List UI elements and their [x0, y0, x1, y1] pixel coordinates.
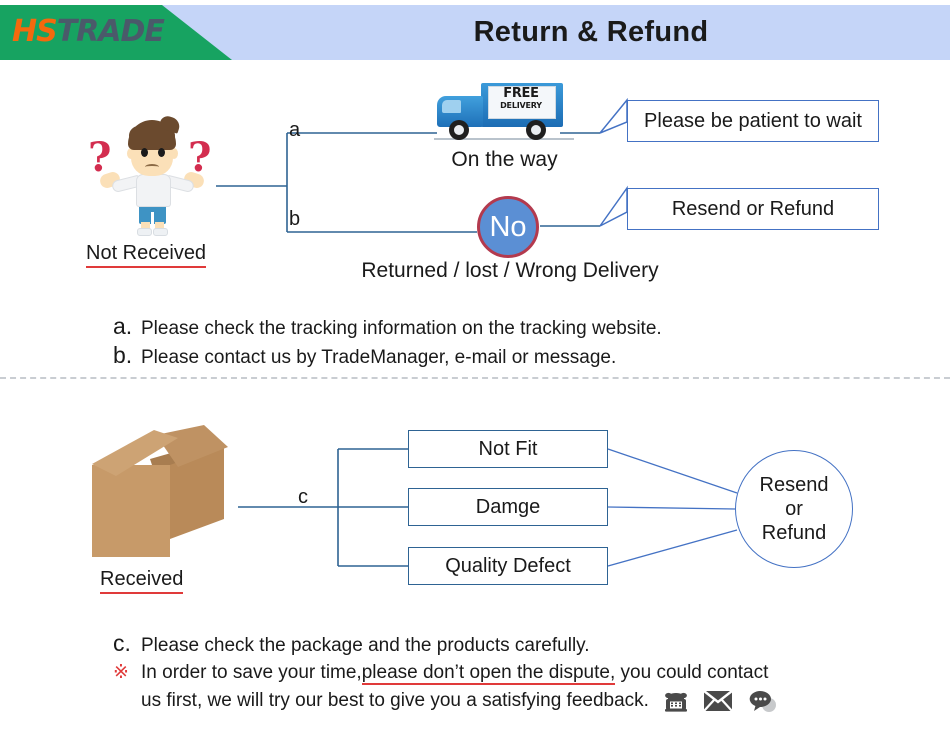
result-line-2: or	[785, 498, 803, 520]
instructions-not-received: a. Please check the tracking information…	[113, 313, 853, 371]
on-the-way-caption: On the way	[451, 148, 558, 171]
result-line-1: Resend	[759, 474, 829, 496]
truck-wheel-front	[449, 120, 469, 140]
person-shirt	[136, 174, 171, 207]
note-line-2: us first, we will try our best to give y…	[113, 686, 913, 715]
branch-label-c: c	[298, 486, 308, 508]
contact-icons-group	[663, 689, 777, 713]
resend-or-refund-result: Resend or Refund	[735, 450, 853, 568]
returned-lost-caption: Returned / lost / Wrong Delivery	[361, 259, 659, 282]
note-text-underlined: please don’t open the dispute,	[361, 662, 616, 685]
instruction-b: b. Please contact us by TradeManager, e-…	[113, 342, 853, 371]
truck-wheel-rear	[526, 120, 546, 140]
option-box-damge: Damge	[408, 488, 608, 526]
logo-text-hs: HS	[12, 14, 58, 49]
instruction-note: ※ In order to save your time,please don’…	[113, 659, 913, 686]
received-label: Received	[100, 568, 184, 594]
section-divider	[0, 377, 950, 379]
instruction-c-marker: c.	[113, 630, 131, 656]
option-box-quality-defect: Quality Defect	[408, 547, 608, 585]
page-title: Return & Refund	[473, 16, 709, 48]
person-shoe-left	[137, 228, 152, 236]
confused-person-icon: ? ?	[88, 114, 216, 236]
cardboard-box-icon	[92, 425, 242, 560]
instruction-b-text: Please contact us by TradeManager, e-mai…	[141, 347, 617, 368]
callout-please-be-patient: Please be patient to wait	[627, 100, 879, 142]
wire-option3-to-result	[607, 529, 738, 567]
instruction-c-text: Please check the package and the product…	[141, 635, 590, 656]
result-line-3: Refund	[761, 522, 827, 544]
truck-delivery-text: DELIVERY	[500, 101, 542, 110]
note-asterisk-icon: ※	[113, 662, 129, 683]
delivery-truck-icon: FREE DELIVERY	[434, 80, 574, 142]
instruction-a-text: Please check the tracking information on…	[141, 318, 662, 339]
wire-option1-to-result	[607, 448, 738, 494]
logo-text: HSTRADE	[12, 12, 165, 52]
option-box-not-fit: Not Fit	[408, 430, 608, 468]
callout-resend-or-refund: Resend or Refund	[627, 188, 879, 230]
person-shoe-right	[153, 228, 168, 236]
branch-label-a: a	[289, 119, 301, 141]
person-mouth	[145, 164, 159, 170]
instructions-received: c. Please check the package and the prod…	[113, 630, 913, 715]
brand-logo: HSTRADE	[0, 5, 232, 60]
branch-label-b: b	[289, 208, 301, 230]
person-eye-left	[141, 148, 148, 157]
chat-bubble-icon[interactable]	[747, 689, 777, 713]
logo-text-trade: TRADE	[56, 14, 165, 49]
envelope-icon[interactable]	[703, 689, 733, 712]
no-status-circle: No	[477, 196, 539, 258]
telephone-icon[interactable]	[663, 689, 689, 713]
truck-free-text: FREE	[503, 86, 539, 101]
note-line-1: In order to save your time,please don’t …	[141, 659, 913, 686]
page-header: HSTRADE Return & Refund	[0, 5, 950, 60]
not-received-label: Not Received	[86, 242, 207, 268]
instruction-b-marker: b.	[113, 342, 133, 368]
person-eye-right	[158, 148, 165, 157]
box-front-panel	[92, 465, 170, 557]
instruction-c: c. Please check the package and the prod…	[113, 630, 913, 659]
callout-tail-a	[599, 97, 628, 134]
instruction-a-marker: a.	[113, 313, 133, 339]
note-text-line2: us first, we will try our best to give y…	[141, 690, 649, 711]
return-refund-infographic: HSTRADE Return & Refund ? ? Not Received…	[0, 0, 950, 734]
person-leg-split	[151, 212, 154, 224]
truck-window	[442, 100, 461, 113]
note-text-after: you could contact	[615, 662, 769, 683]
instruction-a: a. Please check the tracking information…	[113, 313, 853, 342]
callout-tail-b	[599, 185, 628, 227]
note-text-before: In order to save your time,	[141, 662, 362, 683]
wire-option2-to-result	[607, 506, 736, 510]
